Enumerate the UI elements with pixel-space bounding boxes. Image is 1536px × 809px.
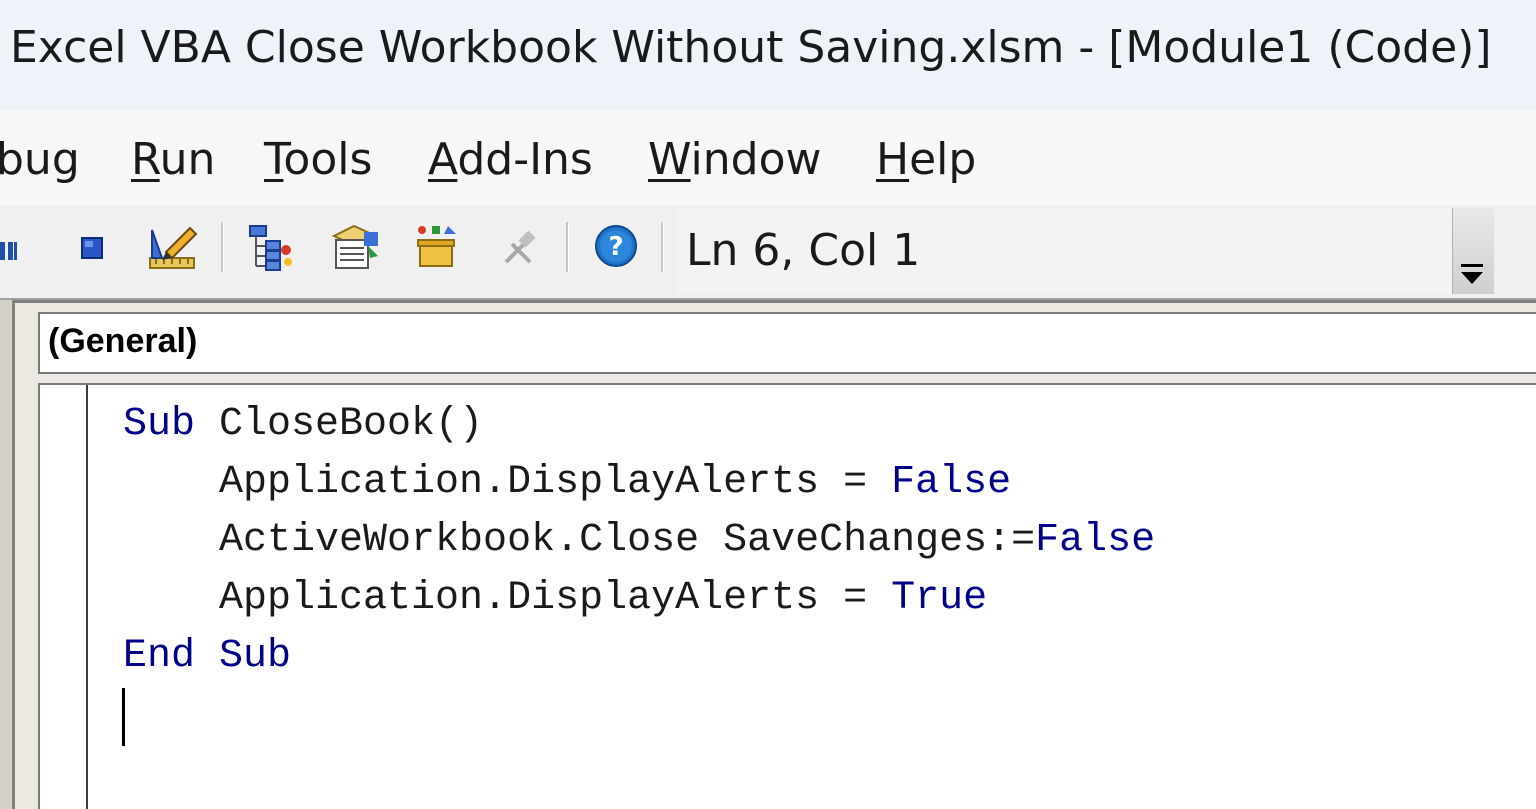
toolbar-separator (566, 222, 569, 272)
menu-help[interactable]: Help (876, 134, 976, 185)
break-icon[interactable] (0, 238, 20, 264)
code-line-4[interactable]: Application.DisplayAlerts = True (123, 576, 987, 621)
code-line-5[interactable]: End Sub (123, 634, 291, 679)
object-dropdown-value: (General) (48, 322, 198, 360)
reset-icon[interactable] (80, 236, 106, 262)
toolbar-options-dropdown[interactable] (1452, 208, 1494, 294)
menu-add-ins[interactable]: Add-Ins (428, 134, 593, 185)
object-browser-icon[interactable] (412, 222, 464, 272)
code-line-1[interactable]: Sub CloseBook() (123, 402, 483, 447)
project-explorer-icon[interactable] (244, 222, 296, 272)
menu-run[interactable]: Run (131, 134, 215, 185)
cursor-position-text: Ln 6, Col 1 (686, 225, 921, 276)
svg-text:?: ? (608, 232, 623, 262)
code-line-3[interactable]: ActiveWorkbook.Close SaveChanges:=False (123, 518, 1155, 563)
chevron-down-icon (1461, 264, 1483, 284)
object-dropdown[interactable] (38, 312, 1536, 374)
window-title: Excel VBA Close Workbook Without Saving.… (10, 22, 1492, 73)
code-line-2[interactable]: Application.DisplayAlerts = False (123, 460, 1011, 505)
toolbar-separator (221, 222, 224, 272)
margin-indicator-bar[interactable] (40, 385, 88, 809)
menu-tools[interactable]: Tools (264, 134, 372, 185)
toolbox-icon[interactable] (500, 228, 540, 268)
menu-window[interactable]: Window (648, 134, 822, 185)
properties-window-icon[interactable] (330, 222, 382, 272)
menu-debug[interactable]: bug (0, 134, 80, 185)
text-caret (122, 688, 125, 746)
design-mode-icon[interactable] (146, 222, 198, 272)
help-icon[interactable]: ? (594, 224, 640, 270)
title-bar: Excel VBA Close Workbook Without Saving.… (0, 0, 1536, 110)
toolbar-separator (661, 222, 664, 272)
